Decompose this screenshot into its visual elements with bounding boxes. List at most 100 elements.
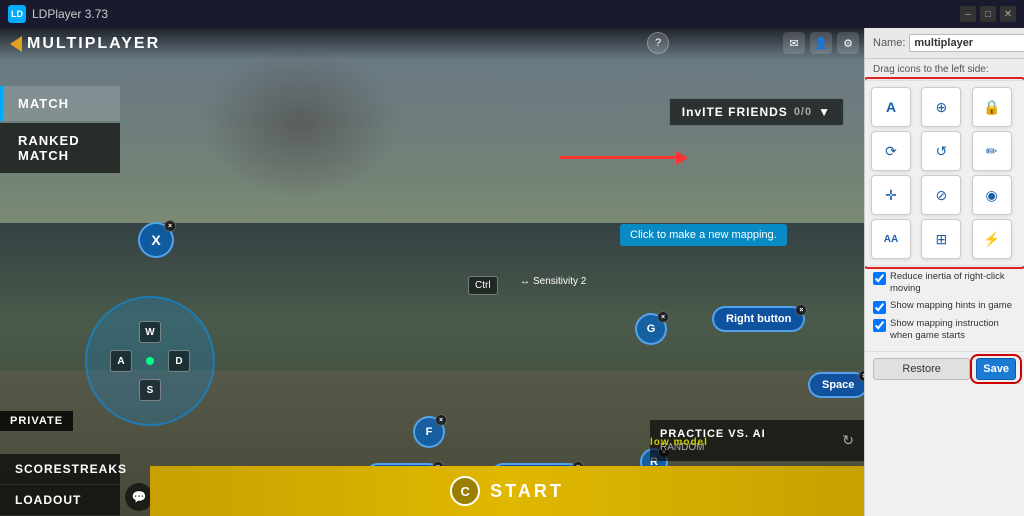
invite-friends-button[interactable]: InvITE FRIENDS 0/0 ▼ xyxy=(669,98,844,126)
save-button[interactable]: Save xyxy=(976,358,1016,380)
show-hints-checkbox[interactable] xyxy=(873,301,886,314)
x-key-label: X xyxy=(151,232,160,248)
ctrl-key[interactable]: Ctrl xyxy=(468,276,498,295)
icon-swipe[interactable]: ↺ xyxy=(921,131,961,171)
restore-button[interactable]: Restore xyxy=(873,358,970,380)
maximize-button[interactable]: □ xyxy=(980,6,996,22)
name-label: Name: xyxy=(873,37,905,49)
title-bar: LD LDPlayer 3.73 – □ ✕ xyxy=(0,0,1024,28)
wasd-inner: W A S D xyxy=(110,321,190,401)
start-key-label: C xyxy=(460,484,469,499)
invite-count: 0/0 xyxy=(794,106,812,118)
start-c-key: C xyxy=(450,476,480,506)
icon-slash[interactable]: ⊘ xyxy=(921,175,961,215)
icon-crosshair[interactable]: ⊕ xyxy=(921,87,961,127)
space-key-bubble[interactable]: Space × xyxy=(808,372,864,398)
checkbox-row-1: Reduce inertia of right-click moving xyxy=(873,271,1016,296)
app-title: LDPlayer 3.73 xyxy=(32,7,108,21)
f-key-label: F xyxy=(426,426,433,438)
title-bar-left: LD LDPlayer 3.73 xyxy=(8,5,108,23)
minimize-button[interactable]: – xyxy=(960,6,976,22)
f-key-close[interactable]: × xyxy=(435,414,447,426)
x-key-close[interactable]: × xyxy=(164,220,176,232)
a-key[interactable]: A xyxy=(110,350,132,372)
game-viewport: MULTIPLAYER ? ✉ 👤 ⚙ MATCH RANKED MATCH xyxy=(0,28,864,516)
icon-lock[interactable]: 🔒 xyxy=(972,87,1012,127)
menu-ranked[interactable]: RANKED MATCH xyxy=(0,123,120,173)
icon-pencil[interactable]: ✏ xyxy=(972,131,1012,171)
right-button-close[interactable]: × xyxy=(795,304,807,316)
refresh-icon[interactable]: ↻ xyxy=(842,432,854,449)
right-button-bubble[interactable]: Right button × xyxy=(712,306,805,332)
sensitivity-text: Sensitivity 2 xyxy=(533,276,586,287)
smoke-effect xyxy=(200,48,400,198)
show-instruction-checkbox[interactable] xyxy=(873,319,886,332)
space-key-label: Space xyxy=(822,379,854,391)
icon-zap[interactable]: ⚡ xyxy=(972,219,1012,259)
w-key[interactable]: W xyxy=(139,321,161,343)
game-top-bar: MULTIPLAYER ? ✉ 👤 ⚙ xyxy=(0,28,864,60)
show-hints-label: Show mapping hints in game xyxy=(890,300,1012,312)
wasd-center-dot xyxy=(146,357,154,365)
mail-icon[interactable]: ✉ xyxy=(783,32,805,54)
checkbox-row-3: Show mapping instruction when game start… xyxy=(873,318,1016,343)
space-key-close[interactable]: × xyxy=(858,370,864,382)
chat-icon[interactable]: 💬 xyxy=(125,483,153,511)
right-button-label: Right button xyxy=(726,313,791,325)
s-key[interactable]: S xyxy=(139,379,161,401)
friends-icon[interactable]: 👤 xyxy=(810,32,832,54)
left-sidebar: MATCH RANKED MATCH xyxy=(0,56,120,516)
checkboxes-section: Reduce inertia of right-click moving Sho… xyxy=(865,265,1024,351)
multiplayer-title: MULTIPLAYER xyxy=(27,35,160,53)
settings-icon[interactable]: ⚙ xyxy=(837,32,859,54)
icon-a[interactable]: A xyxy=(871,87,911,127)
right-panel: Name: ▼ Drag icons to the left side: A ⊕… xyxy=(864,28,1024,516)
wasd-control[interactable]: W A S D xyxy=(85,296,215,426)
icons-grid: A ⊕ 🔒 ⟳ ↺ ✏ ✛ ⊘ ◉ AA ⊞ ⚡ xyxy=(865,81,1024,265)
drag-hint: Drag icons to the left side: xyxy=(865,59,1024,81)
back-button[interactable]: MULTIPLAYER xyxy=(10,35,160,53)
d-key[interactable]: D xyxy=(168,350,190,372)
game-top-icons: ✉ 👤 ⚙ xyxy=(783,32,859,54)
app-window: LD LDPlayer 3.73 – □ ✕ MULTIPLAYER ? xyxy=(0,0,1024,516)
lod-model-text: low model xyxy=(650,437,708,448)
menu-match[interactable]: MATCH xyxy=(0,86,120,121)
close-button[interactable]: ✕ xyxy=(1000,6,1016,22)
red-arrow xyxy=(560,156,680,159)
main-area: MULTIPLAYER ? ✉ 👤 ⚙ MATCH RANKED MATCH xyxy=(0,28,1024,516)
icon-plus-cross[interactable]: ✛ xyxy=(871,175,911,215)
icon-aa[interactable]: AA xyxy=(871,219,911,259)
question-button[interactable]: ? xyxy=(647,32,669,54)
menu-loadout[interactable]: LOADOUT xyxy=(0,485,120,516)
back-arrow-icon xyxy=(10,36,22,52)
show-instruction-label: Show mapping instruction when game start… xyxy=(890,318,1016,343)
reduce-inertia-checkbox[interactable] xyxy=(873,272,886,285)
g-key-bubble[interactable]: G × xyxy=(635,313,667,345)
icon-eye[interactable]: ◉ xyxy=(972,175,1012,215)
checkbox-row-2: Show mapping hints in game xyxy=(873,300,1016,314)
private-label: PRIVATE xyxy=(0,411,73,431)
icon-screen[interactable]: ⊞ xyxy=(921,219,961,259)
buttons-row: Restore Save xyxy=(865,351,1024,386)
start-button[interactable]: C START xyxy=(150,466,864,516)
title-bar-controls: – □ ✕ xyxy=(960,6,1016,22)
g-key-label: G xyxy=(647,323,656,335)
reduce-inertia-label: Reduce inertia of right-click moving xyxy=(890,271,1016,296)
save-highlight: Save xyxy=(976,358,1016,380)
invite-dropdown-icon: ▼ xyxy=(818,105,831,119)
sens-arrow-left: ↔ xyxy=(520,276,530,287)
sensitivity-label: ↔ Sensitivity 2 xyxy=(520,276,586,287)
app-logo: LD xyxy=(8,5,26,23)
click-to-map-tooltip: Click to make a new mapping. xyxy=(620,224,787,246)
name-input[interactable] xyxy=(909,34,1024,52)
f-key-bubble[interactable]: F × xyxy=(413,416,445,448)
ctrl-key-label: Ctrl xyxy=(475,280,491,291)
x-key-bubble[interactable]: X × xyxy=(138,222,174,258)
g-key-close[interactable]: × xyxy=(657,311,669,323)
invite-friends-bar: InvITE FRIENDS 0/0 ▼ xyxy=(669,98,844,126)
invite-friends-text: InvITE FRIENDS xyxy=(682,105,788,119)
name-row: Name: ▼ xyxy=(865,28,1024,59)
bottom-menu: SCORESTREAKS LOADOUT 💬 🎙 🔊 xyxy=(0,454,120,516)
menu-scorestreaks[interactable]: SCORESTREAKS xyxy=(0,454,120,485)
icon-scroll[interactable]: ⟳ xyxy=(871,131,911,171)
